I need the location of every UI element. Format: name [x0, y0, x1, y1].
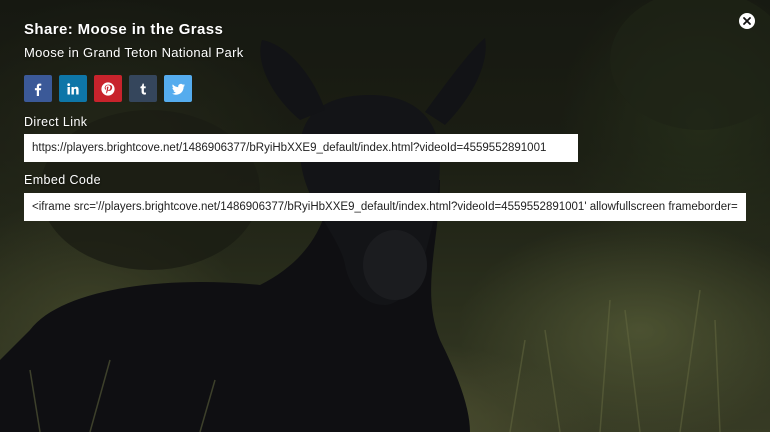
facebook-share-button[interactable]: [24, 75, 52, 102]
direct-link-label: Direct Link: [24, 115, 88, 129]
social-share-buttons: [24, 75, 192, 102]
twitter-icon: [171, 83, 185, 95]
share-title: Share: Moose in the Grass: [24, 21, 224, 38]
pinterest-share-button[interactable]: [94, 75, 122, 102]
embed-code-field[interactable]: [24, 193, 746, 221]
close-button[interactable]: [739, 13, 755, 29]
direct-link-field[interactable]: [24, 134, 578, 162]
tumblr-icon: [140, 83, 146, 95]
share-overlay: Share: Moose in the Grass Moose in Grand…: [0, 0, 770, 432]
tumblr-share-button[interactable]: [129, 75, 157, 102]
linkedin-icon: [67, 82, 79, 94]
facebook-icon: [34, 83, 42, 96]
share-subtitle: Moose in Grand Teton National Park: [24, 45, 244, 60]
twitter-share-button[interactable]: [164, 75, 192, 102]
close-icon: [743, 17, 751, 25]
embed-code-label: Embed Code: [24, 173, 101, 187]
linkedin-share-button[interactable]: [59, 75, 87, 102]
pinterest-icon: [101, 81, 115, 96]
